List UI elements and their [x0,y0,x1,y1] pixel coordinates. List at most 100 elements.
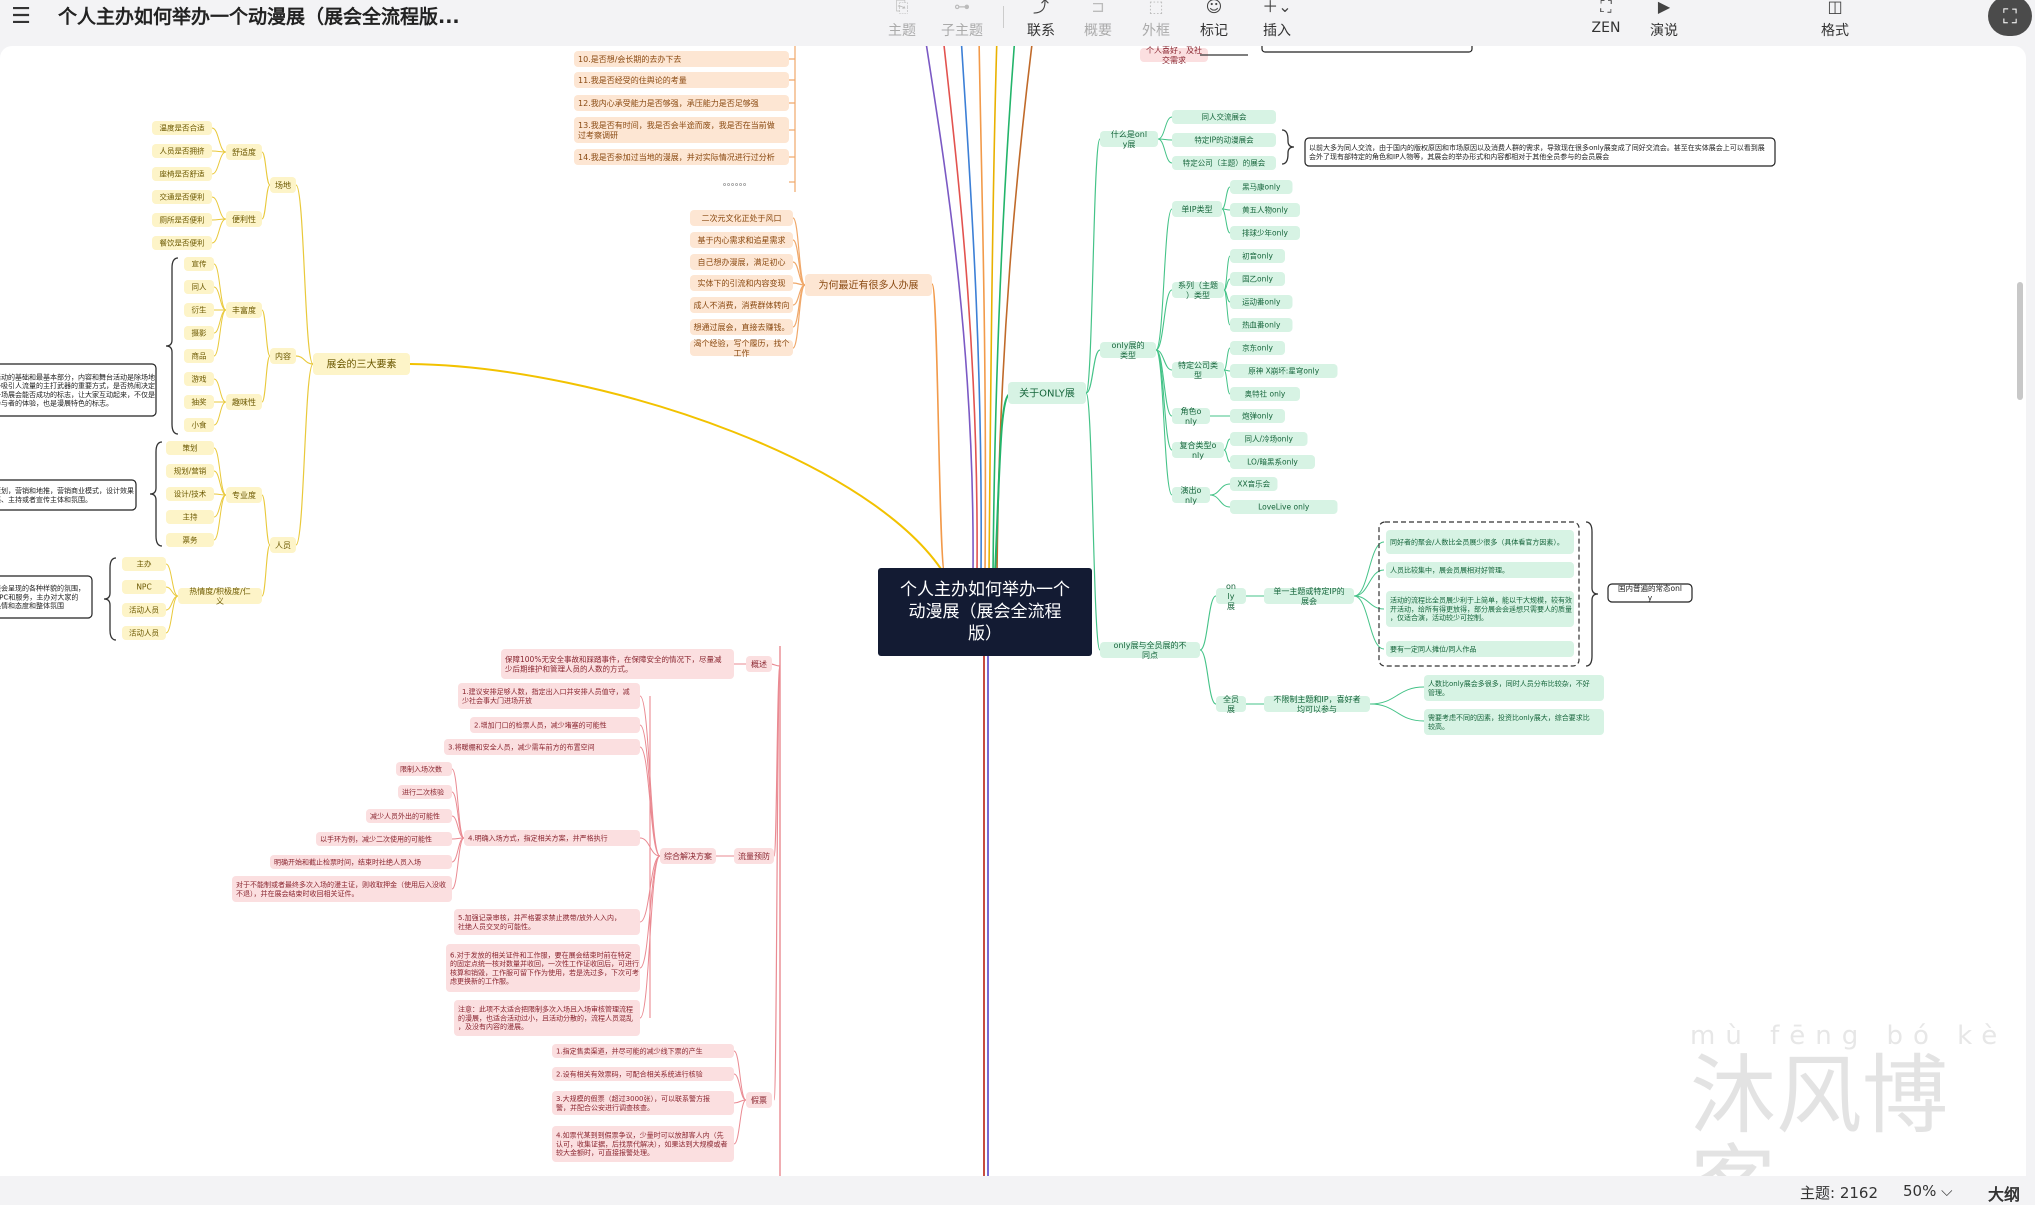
why-item[interactable]: 成人不消费，消费群体转向 [690,297,793,313]
only-branch-node[interactable]: 关于ONLY展 [1008,382,1086,404]
comfort-item[interactable]: 温度是否合适 [152,121,212,135]
partial-topic[interactable]: 个人喜好，及社交需求 [1140,46,1208,65]
solution-subitem[interactable]: 减少人员外出的可能性 [366,809,452,823]
summary-button[interactable]: ⊐ 概要 [1068,0,1128,40]
all-exhibit-note[interactable]: 需要考虑不同的因素，投资比only展大，综合要求比较高。 [1424,709,1604,735]
fake-ticket-item[interactable]: 2.设有相关有效票码，可配合相关系统进行核验 [552,1067,734,1081]
topic-button[interactable]: ⎘ 主题 [872,0,932,40]
fake-ticket-item[interactable]: 1.指定售卖渠道，并尽可能的减少线下票的产生 [552,1044,734,1058]
enthusiasm-item[interactable]: 活动人员 [122,603,166,617]
only-type-item[interactable]: LoveLive only [1230,500,1338,514]
professional-node[interactable]: 专业度 [226,487,262,503]
what-is-only-item[interactable]: 特定IP的动漫展会 [1172,133,1276,147]
enthusiasm-item[interactable]: 主办 [122,557,166,571]
subtopic-button[interactable]: ⊶ 子主题 [932,0,992,40]
fun-item[interactable]: 抽奖 [184,395,214,409]
professional-item[interactable]: 主持 [166,510,214,524]
format-button[interactable]: ◫ 格式 [1805,0,1865,40]
all-exhibit-desc[interactable]: 不限制主题和IP，喜好者均可以参与 [1264,694,1370,714]
content-comment[interactable]: 活动的基础和最基本部分，内容和舞台活动是除场地外吸引人流量的主打武器的重要方式，… [0,363,157,417]
richness-node[interactable]: 丰富度 [226,302,262,318]
fake-ticket-item[interactable]: 3.大规模的假票（超过3000张），可以联系警方报警，并配合公安进行调查核查。 [552,1091,734,1115]
only-exhibit-node[interactable]: on ly 展 [1216,582,1246,611]
screenshot-icon[interactable]: ⛶ [1988,0,2032,36]
professional-item[interactable]: 规划/营销 [166,464,214,478]
comfort-node[interactable]: 舒适度 [226,144,262,160]
what-is-only-node[interactable]: 什么是onl y展 [1100,129,1158,149]
only-note[interactable]: 活动的流程比全员展少利于上简单，能以干大规模，较有效开活动，给所有得更放得，部分… [1386,591,1574,627]
prevention-node[interactable]: 流量预防 [734,848,774,864]
fun-item[interactable]: 小食 [184,418,214,432]
why-top-item[interactable]: 14.我是否参加过当地的漫展，并对实际情况进行过分析 [574,149,789,165]
only-exhibit-desc[interactable]: 单一主题或特定IP的展会 [1264,586,1354,606]
professional-item[interactable]: 策划 [166,441,214,455]
solution-item[interactable]: 5.加强记录审核，并严格要求禁止携带/放外人入内，社绝人员交叉的可能性。 [454,909,640,935]
only-type-item[interactable]: 黄五人物only [1230,203,1300,217]
what-is-only-item[interactable]: 同人交流展会 [1172,110,1276,124]
comfort-item[interactable]: 座椅是否舒适 [152,167,212,181]
why-top-item[interactable]: 。。。。。。 [723,178,751,187]
why-top-item[interactable]: 13.我是否有时间，我是否会半途而废，我是否在当前做过考察调研 [574,117,789,143]
solution-item[interactable]: 1.建议安排足够人数，指定出入口并安排人员值守，减少社会事大门进场开放 [458,683,640,709]
solution-item[interactable]: 2.增加门口的检票人员，减少堵塞的可能性 [470,717,640,733]
solution-item[interactable]: 3.将暖棚和安全人员，减少需车前方的布置空间 [444,739,640,755]
vertical-scrollbar[interactable] [2017,282,2023,400]
why-item[interactable]: 实体下的引流和内容变现 [690,275,793,291]
solution-subitem[interactable]: 对于不能制或者最终多次入场的漫主证，则收取押金（使用后入没收不退），并在展会结束… [232,876,452,902]
solution-item[interactable]: 注意：此项不太适合把限制多次入场且入场审核管理流程的漫展，也适合活动过小，且活动… [454,1000,640,1036]
convenience-item[interactable]: 交通是否便利 [152,190,212,204]
only-type-item[interactable]: 奥特社 only [1230,387,1300,401]
solution-item[interactable]: 6.对于发放的相关证件和工作服，要在展会结束时前在特定的固定点统一核对数量并收回… [446,944,640,992]
fake-ticket-node[interactable]: 假票 [746,1092,772,1108]
only-type-item[interactable]: LO/暗黑系only [1230,455,1315,469]
fake-ticket-item[interactable]: 4.如票代某到到假票争议，少量时可以放部客人内（先认可，收集证据，后找票代解决）… [552,1126,734,1162]
pitch-button[interactable]: ▶ 演说 [1634,0,1694,40]
only-type-item[interactable]: 国乙only [1230,272,1285,286]
convenience-node[interactable]: 便利性 [226,211,262,227]
why-item[interactable]: 自己想办漫展，满足初心 [690,254,793,270]
fun-item[interactable]: 游戏 [184,372,214,386]
solution-subitem[interactable]: 限制入场次数 [396,762,452,776]
solution-item[interactable]: 4.明确入场方式，指定相关方案，并严格执行 [464,830,640,846]
solution-subitem[interactable]: 明确开始和截止检票时间，结束时社绝人员入场 [270,855,452,869]
only-type-node[interactable]: 角色o nly [1172,406,1210,426]
all-exhibit-note[interactable]: 人数比only展会多很多，同时人员分布比较杂，不好管理。 [1424,675,1604,701]
why-top-item[interactable]: 12.我内心承受能力是否够强，承压能力是否足够强 [574,95,789,111]
why-branch-node[interactable]: 为何最近有很多人办展 [805,274,932,296]
only-type-item[interactable]: XX音乐会 [1230,477,1278,491]
three-elements-node[interactable]: 展会的三大要素 [313,353,410,375]
richness-item[interactable]: 衍生 [184,303,214,317]
content-node[interactable]: 内容 [270,348,296,364]
only-note[interactable]: 人员比较集中，展会员展相对好管理。 [1386,562,1574,578]
only-diff-node[interactable]: only展与全员展的不同点 [1100,640,1200,660]
only-note[interactable]: 同好者的聚会/人数比全员展少很多（具体看官方因素）。 [1386,530,1574,554]
why-item[interactable]: 基于内心需求和追星需求 [690,232,793,248]
only-type-item[interactable]: 炮弹only [1230,409,1285,423]
menu-icon[interactable]: ☰ [8,4,34,30]
combined-solution-node[interactable]: 综合解决方案 [660,848,716,864]
all-exhibit-node[interactable]: 全员展 [1216,694,1246,714]
comfort-item[interactable]: 人员是否拥挤 [152,144,212,158]
professional-item[interactable]: 设计/技术 [166,487,214,501]
relation-button[interactable]: ⤴ 联系 [1011,0,1071,40]
only-common-tag[interactable]: 国内普遍的常态onl y [1607,583,1693,603]
only-type-node[interactable]: 系列（主题）类型 [1172,280,1224,300]
richness-item[interactable]: 宣传 [184,257,214,271]
overview-node[interactable]: 概述 [746,656,772,672]
what-is-only-item[interactable]: 特定公司（主题）的展会 [1172,156,1276,170]
people-comment-1[interactable]: 策划，营销和地推，营销商业模式，设计效果感、主持或者宣传主体和氛围。 [0,479,137,511]
why-top-item[interactable]: 10.是否想/会长期的去办下去 [574,51,789,67]
only-type-node[interactable]: 复合类型o nly [1172,440,1224,460]
venue-node[interactable]: 场地 [270,177,296,193]
professional-item[interactable]: 票务 [166,533,214,547]
only-type-node[interactable]: 特定公司类型 [1172,360,1224,380]
solution-subitem[interactable]: 进行二次核验 [398,785,452,799]
only-type-node[interactable]: 演出o nly [1172,485,1210,505]
why-item[interactable]: 想通过展会，直接去赚钱。 [690,319,793,335]
only-type-item[interactable]: 热血番only [1230,318,1293,332]
only-note[interactable]: 要有一定同人摊位/同人作品 [1386,641,1574,657]
people-node[interactable]: 人员 [270,537,296,553]
only-description[interactable]: 以前大多为同人交流，由于国内的版权原因和市场原因以及消费人群的需求，导致现在很多… [1304,137,1776,167]
solution-subitem[interactable]: 以手环为例，减少二次使用的可能性 [316,832,452,846]
only-type-item[interactable]: 同人/冷场only [1230,432,1308,446]
